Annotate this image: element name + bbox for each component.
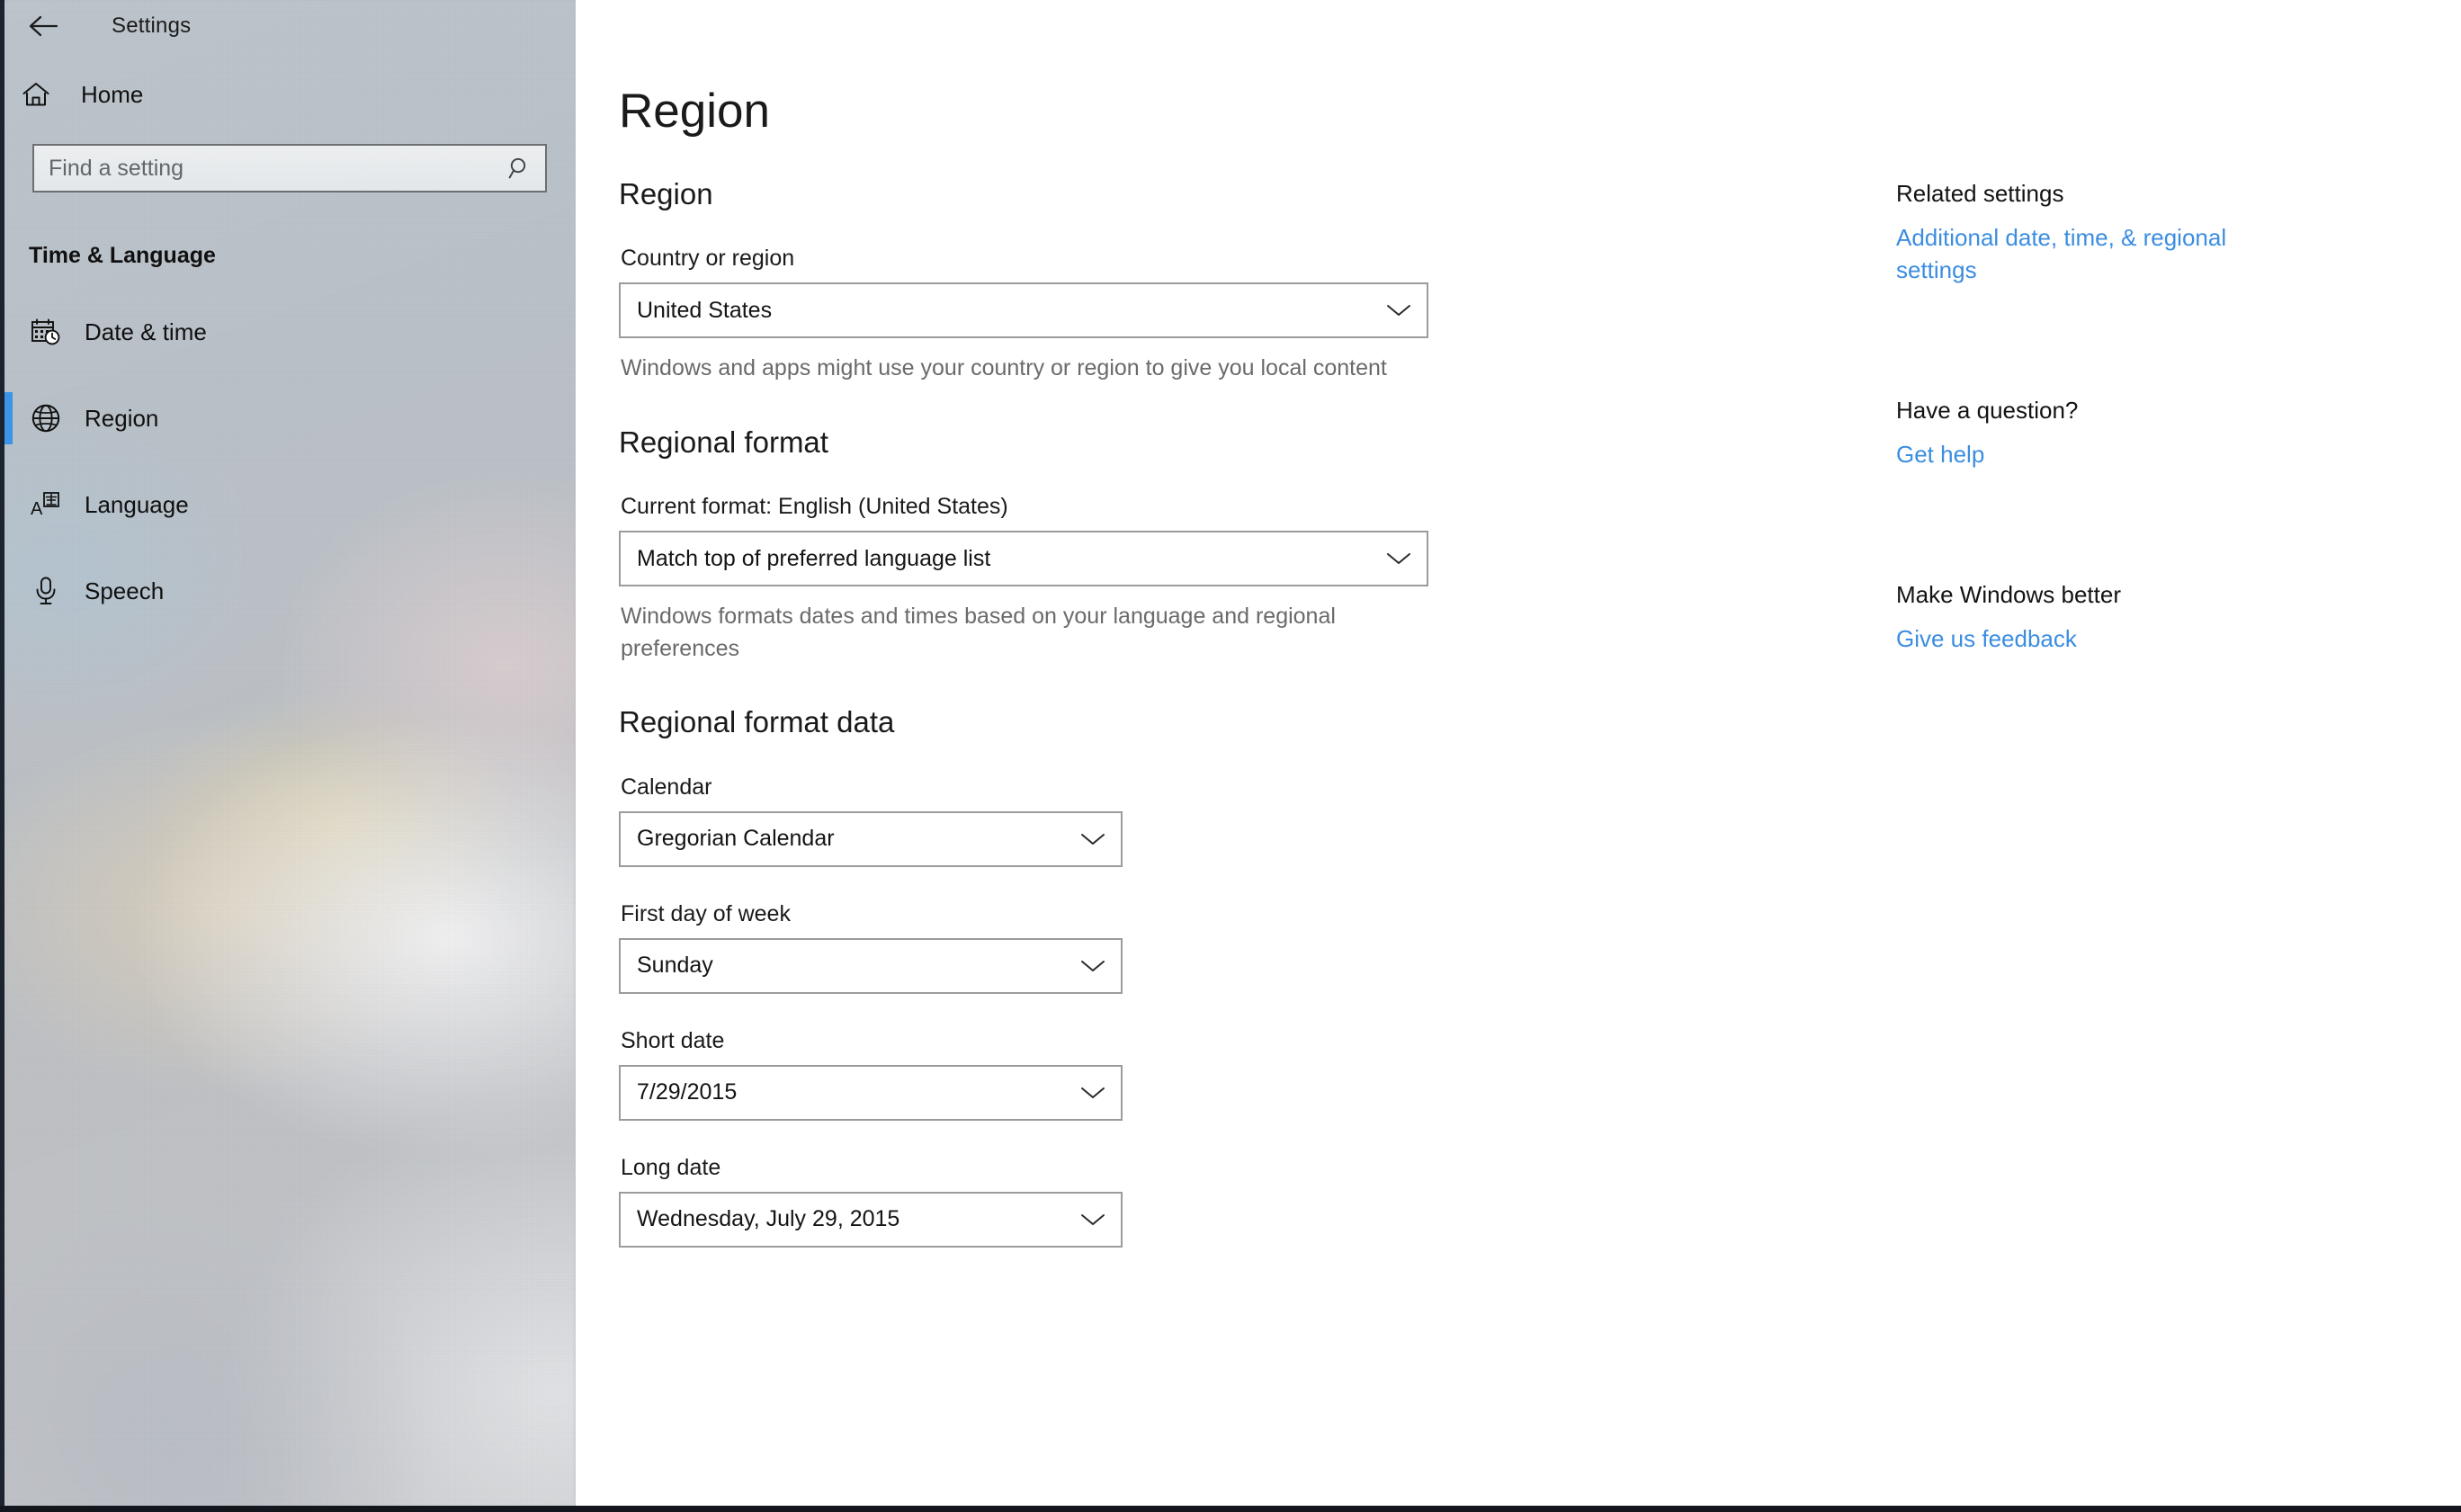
- settings-sidebar: Settings Home Find a setting Time & Lang…: [0, 0, 576, 1512]
- short-date-dropdown[interactable]: 7/29/2015: [619, 1064, 1123, 1121]
- chevron-down-icon: [1079, 831, 1106, 847]
- first-day-of-week-value: Sunday: [637, 953, 713, 979]
- chevron-down-icon: [1079, 958, 1106, 974]
- sidebar-item-language-label: Language: [85, 490, 189, 518]
- additional-date-time-regional-settings-link[interactable]: Additional date, time, & regional settin…: [1896, 222, 2292, 287]
- related-settings-rail: Related settings Additional date, time, …: [1896, 0, 2364, 656]
- calendar-clock-icon: [22, 318, 70, 346]
- current-format-label: Current format: English (United States): [621, 494, 1008, 520]
- sidebar-item-region[interactable]: Region: [0, 375, 576, 461]
- sidebar-item-date-time[interactable]: Date & time: [0, 289, 576, 375]
- sidebar-group-header: Time & Language: [29, 243, 216, 268]
- microphone-icon: [22, 576, 70, 606]
- window-bottom-edge: [0, 1506, 2461, 1512]
- search-box[interactable]: [32, 144, 547, 192]
- long-date-dropdown[interactable]: Wednesday, July 29, 2015: [619, 1191, 1123, 1248]
- chevron-down-icon: [1385, 302, 1412, 318]
- long-date-label: Long date: [621, 1154, 721, 1180]
- make-windows-better-heading: Make Windows better: [1896, 580, 2121, 608]
- sidebar-nav-list: Date & time Region A Language Speech: [0, 289, 576, 634]
- country-or-region-helper: Windows and apps might use your country …: [621, 355, 1387, 381]
- title-bar: Settings: [0, 0, 576, 52]
- related-settings-heading: Related settings: [1896, 180, 2064, 207]
- chevron-down-icon: [1079, 1212, 1106, 1228]
- long-date-value: Wednesday, July 29, 2015: [637, 1206, 900, 1232]
- give-us-feedback-link[interactable]: Give us feedback: [1896, 623, 2292, 656]
- sidebar-item-speech-label: Speech: [85, 577, 165, 604]
- search-icon[interactable]: [507, 156, 532, 181]
- back-arrow-icon: [29, 14, 59, 38]
- back-button[interactable]: [20, 4, 68, 48]
- settings-column: Region Region Country or region United S…: [619, 0, 1482, 1248]
- section-heading-regional-format-data: Regional format data: [619, 705, 895, 739]
- sidebar-item-home[interactable]: Home: [0, 61, 576, 128]
- chevron-down-icon: [1385, 550, 1412, 567]
- regional-format-dropdown[interactable]: Match top of preferred language list: [619, 531, 1428, 587]
- home-icon: [22, 81, 68, 108]
- page-title: Region: [619, 85, 770, 138]
- calendar-label: Calendar: [621, 774, 712, 800]
- sidebar-item-region-label: Region: [85, 404, 159, 432]
- calendar-dropdown[interactable]: Gregorian Calendar: [619, 810, 1123, 867]
- selected-indicator: [4, 392, 13, 444]
- regional-format-value: Match top of preferred language list: [637, 545, 991, 571]
- regional-format-helper: Windows formats dates and times based on…: [621, 604, 1336, 661]
- search-input[interactable]: [34, 146, 545, 191]
- search-container: [0, 128, 576, 192]
- short-date-value: 7/29/2015: [637, 1079, 738, 1105]
- svg-text:A: A: [31, 499, 43, 519]
- globe-icon: [22, 403, 70, 434]
- country-or-region-label: Country or region: [621, 246, 795, 272]
- chevron-down-icon: [1079, 1085, 1106, 1101]
- sidebar-item-language[interactable]: A Language: [0, 461, 576, 548]
- sidebar-item-home-label: Home: [81, 80, 144, 108]
- get-help-link[interactable]: Get help: [1896, 439, 2292, 471]
- have-a-question-heading: Have a question?: [1896, 396, 2079, 424]
- app-title: Settings: [112, 13, 192, 38]
- country-or-region-dropdown[interactable]: United States: [619, 282, 1428, 339]
- country-or-region-value: United States: [637, 297, 773, 323]
- section-heading-regional-format: Regional format: [619, 425, 828, 459]
- sidebar-item-speech[interactable]: Speech: [0, 548, 576, 634]
- first-day-of-week-dropdown[interactable]: Sunday: [619, 937, 1123, 994]
- sidebar-item-date-time-label: Date & time: [85, 318, 207, 345]
- settings-window: Settings Home Find a setting Time & Lang…: [0, 0, 2461, 1512]
- section-heading-region: Region: [619, 176, 713, 210]
- language-icon: A: [22, 490, 70, 519]
- first-day-of-week-label: First day of week: [621, 900, 791, 926]
- main-content: Region Region Country or region United S…: [576, 0, 2461, 1512]
- calendar-value: Gregorian Calendar: [637, 826, 835, 852]
- short-date-label: Short date: [621, 1027, 725, 1053]
